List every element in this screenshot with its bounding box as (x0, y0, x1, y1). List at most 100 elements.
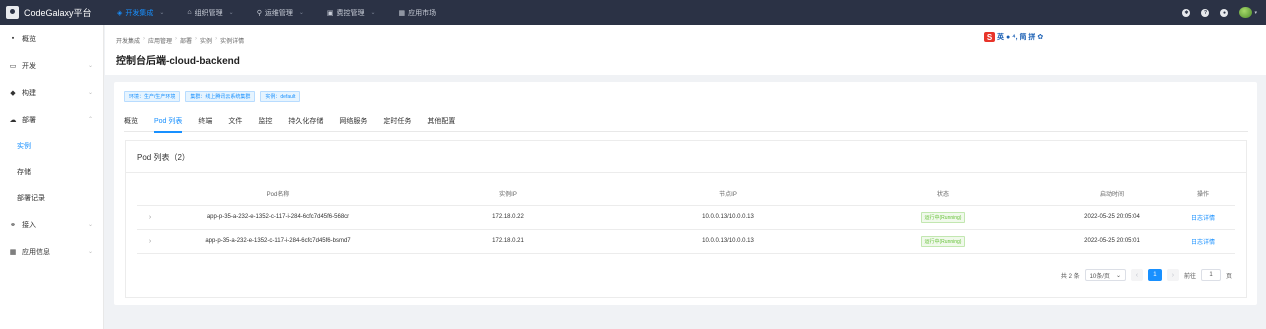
monitor-icon: ▭ (9, 62, 17, 70)
cluster-tag: 集群：线上腾讯云系统集群 (185, 91, 256, 102)
table-row: › app-p-35-a-232-e-1352-c-117-i-284-6cfc… (137, 205, 1235, 230)
sidebar-item-deploy[interactable]: ☁ 部署 ⌃ (0, 106, 103, 133)
status-cell: 运行中(Running) (833, 205, 1053, 230)
page-header: 开发集成 › 应用管理 › 部署 › 实例 › 实例详情 控制台后端-cloud… (105, 25, 1266, 75)
breadcrumb-separator: › (175, 36, 178, 42)
instance-tags: 环境：生产/生产环境 集群：线上腾讯云系统集群 实例：default (124, 91, 301, 102)
status-badge: 运行中(Running) (920, 235, 966, 247)
tab-overview[interactable]: 概览 (124, 116, 146, 132)
gear-icon[interactable]: ● (1220, 8, 1229, 17)
table-header-row: Pod名称 实例IP 节点IP 状态 启动时间 操作 (137, 183, 1235, 206)
link-icon: ⚭ (10, 221, 16, 229)
expand-row-icon[interactable]: › (137, 229, 163, 254)
table-row: › app-p-35-a-232-e-1352-c-117-i-284-6cfc… (137, 229, 1235, 254)
topnav-ops-management[interactable]: ⚲ 运维管理 ⌄ (244, 0, 314, 25)
logo-icon (6, 6, 19, 19)
breadcrumb: 开发集成 › 应用管理 › 部署 › 实例 › 实例详情 (116, 36, 244, 45)
sidebar-item-access[interactable]: ⚭ 接入 ⌄ (0, 211, 103, 238)
chevron-down-icon: ⌄ (298, 10, 304, 16)
breadcrumb-item[interactable]: 部署 (180, 36, 192, 45)
divider (126, 172, 1246, 173)
prev-page-button[interactable]: ‹ (1130, 269, 1143, 281)
column-header: 操作 (1171, 183, 1235, 206)
ime-status-text: 英 ● ⁴, 简 拼 ✿ (997, 34, 1044, 41)
sidebar: ▪ 概览 ▭ 开发 ⌄ ◆ 构建 ⌄ ☁ 部署 ⌃ 实例 存储 部署记录 ⚭ 接… (0, 25, 104, 329)
breadcrumb-separator: › (195, 36, 198, 42)
expand-row-icon[interactable]: › (137, 205, 163, 230)
tab-pod-list[interactable]: Pod 列表 (146, 116, 190, 133)
column-header: 节点IP (623, 183, 833, 206)
help-icon[interactable]: ? (1201, 8, 1210, 17)
sidebar-item-build[interactable]: ◆ 构建 ⌄ (0, 79, 103, 106)
sidebar-item-develop[interactable]: ▭ 开发 ⌄ (0, 52, 103, 79)
sidebar-item-overview[interactable]: ▪ 概览 (0, 25, 103, 52)
chevron-down-icon: ⌄ (1115, 272, 1121, 279)
sidebar-sub-instance[interactable]: 实例 (0, 133, 103, 159)
next-page-button[interactable]: › (1166, 269, 1179, 281)
sidebar-sub-deploy-records[interactable]: 部署记录 (0, 185, 103, 211)
tab-network-service[interactable]: 网络服务 (331, 116, 375, 132)
chevron-up-icon: ⌃ (87, 117, 93, 123)
column-header: Pod名称 (163, 183, 393, 206)
tab-persistent-storage[interactable]: 持久化存储 (280, 116, 331, 132)
app-title: CodeGalaxy平台 (24, 8, 92, 18)
breadcrumb-separator: › (215, 36, 218, 42)
market-icon: ▦ (398, 9, 406, 17)
topnav-dev-integration[interactable]: ◈ 开发集成 ⌄ (104, 0, 174, 25)
env-tag: 环境：生产/生产环境 (124, 91, 181, 102)
breadcrumb-item: 实例详情 (220, 39, 245, 45)
pagination: 共 2 条 10条/页 ⌄ ‹ 1 › 前往 1 页 (1061, 269, 1232, 281)
page-title: 控制台后端-cloud-backend (116, 56, 240, 67)
tab-monitor[interactable]: 监控 (250, 116, 280, 132)
log-detail-link[interactable]: 日志详情 (1191, 216, 1215, 222)
cube-icon: ◈ (117, 9, 123, 17)
top-right-tools: ✱ ? ● ▾ (1182, 7, 1266, 18)
brand[interactable]: CodeGalaxy平台 (0, 0, 104, 25)
topnav-org-management[interactable]: ⌂ 组织管理 ⌄ (174, 0, 243, 25)
chevron-down-icon: ⌄ (87, 249, 93, 255)
avatar[interactable] (1239, 7, 1253, 18)
tab-files[interactable]: 文件 (220, 116, 250, 132)
breadcrumb-item[interactable]: 开发集成 (116, 36, 140, 45)
page-size-select[interactable]: 10条/页 ⌄ (1084, 269, 1126, 281)
cloud-icon: ☁ (9, 116, 17, 124)
ops-icon: ⚲ (256, 9, 262, 17)
node-ip: 10.0.0.13/10.0.0.13 (623, 205, 833, 230)
instance-tag: 实例：default (260, 91, 301, 102)
pod-table: Pod名称 实例IP 节点IP 状态 启动时间 操作 › app-p-35-a-… (137, 183, 1235, 254)
detail-tabs: 概览 Pod 列表 终端 文件 监控 持久化存储 网络服务 定时任务 其他配置 (124, 116, 1248, 133)
tab-cron-jobs[interactable]: 定时任务 (375, 116, 419, 132)
tab-terminal[interactable]: 终端 (190, 116, 220, 132)
pod-ip: 172.18.0.22 (393, 205, 623, 230)
goto-page-input[interactable]: 1 (1200, 269, 1221, 281)
settings-icon[interactable]: ✱ (1182, 8, 1191, 17)
sidebar-sub-storage[interactable]: 存储 (0, 159, 103, 185)
start-time: 2022-05-25 20:05:04 (1053, 205, 1171, 230)
log-detail-link[interactable]: 日志详情 (1191, 240, 1215, 246)
build-icon: ◆ (10, 89, 16, 97)
action-cell: 日志详情 (1171, 205, 1235, 230)
column-header: 启动时间 (1053, 183, 1171, 206)
chevron-down-icon: ⌄ (87, 90, 93, 96)
tab-other-config[interactable]: 其他配置 (419, 116, 463, 132)
topnav-app-market[interactable]: ▦ 应用市场 (386, 0, 447, 25)
page-number-current[interactable]: 1 (1147, 269, 1162, 281)
ime-toolbar[interactable]: S 英 ● ⁴, 简 拼 ✿ (984, 32, 1043, 42)
topnav-billing-management[interactable]: ▣ 费控管理 ⌄ (314, 0, 386, 25)
chevron-down-icon: ⌄ (87, 63, 93, 69)
action-cell: 日志详情 (1171, 229, 1235, 254)
chevron-down-icon: ⌄ (159, 10, 165, 16)
sidebar-item-app-info[interactable]: ▦ 应用信息 ⌄ (0, 238, 103, 265)
chevron-down-icon: ⌄ (228, 10, 234, 16)
top-navbar: CodeGalaxy平台 ◈ 开发集成 ⌄ ⌂ 组织管理 ⌄ ⚲ 运维管理 ⌄ … (0, 0, 1266, 25)
expand-column-header (137, 183, 163, 206)
total-count: 共 2 条 (1060, 273, 1080, 280)
breadcrumb-item[interactable]: 应用管理 (148, 36, 172, 45)
pod-list-panel: Pod 列表（2） Pod名称 实例IP 节点IP 状态 启动时间 操作 › a… (125, 140, 1247, 298)
apps-icon: ▦ (9, 248, 17, 256)
column-header: 状态 (833, 183, 1053, 206)
pod-name: app-p-35-a-232-e-1352-c-117-i-284-6cfc7d… (163, 229, 393, 254)
grid-icon: ▪ (11, 35, 15, 42)
breadcrumb-item[interactable]: 实例 (200, 36, 212, 45)
chevron-down-icon[interactable]: ▾ (1254, 10, 1257, 16)
